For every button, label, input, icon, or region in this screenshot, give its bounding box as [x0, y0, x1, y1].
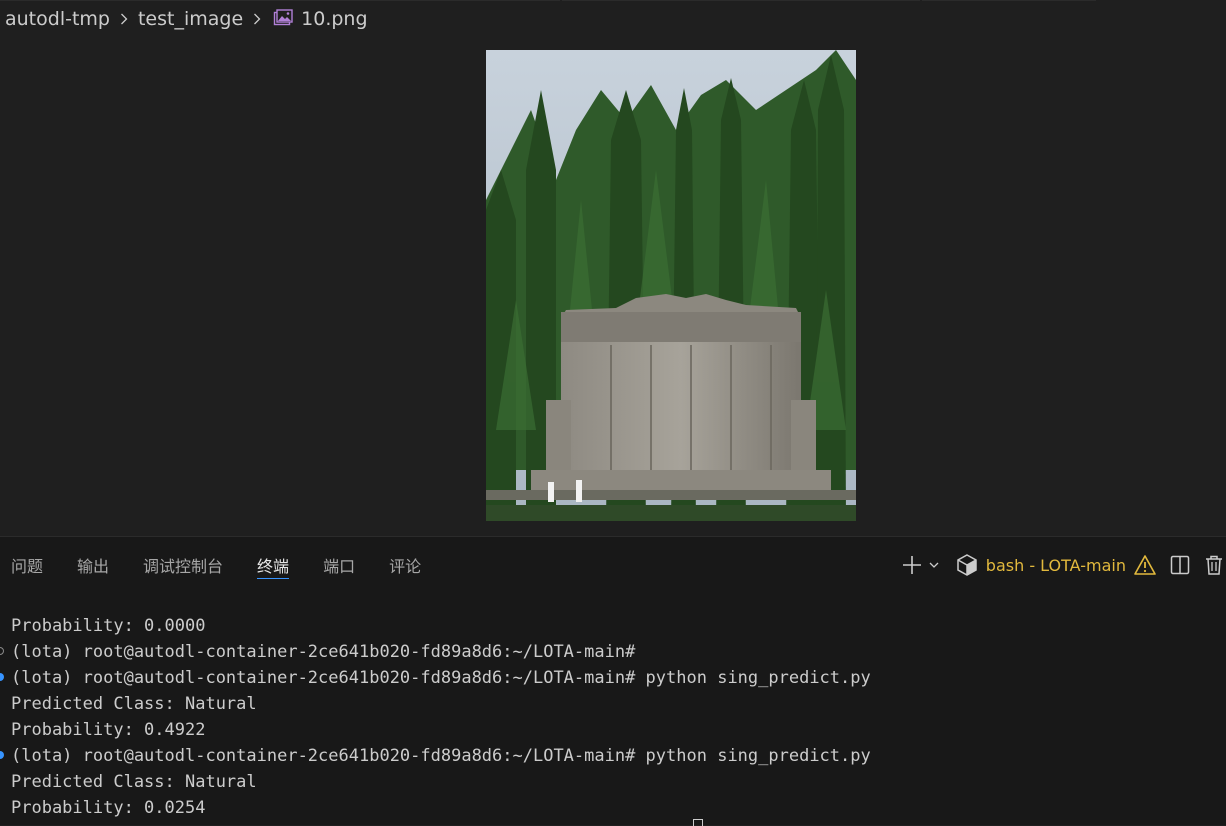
panel-tabs: 问题 输出 调试控制台 终端 端口 评论 [0, 537, 455, 593]
image-preview [0, 38, 1226, 536]
command-success-decoration[interactable] [0, 751, 4, 759]
tab-output[interactable]: 输出 [77, 537, 109, 593]
tab-debug-console[interactable]: 调试控制台 [143, 537, 223, 593]
terminal-line-text: (lota) root@autodl-container-2ce641b020-… [11, 668, 871, 688]
chevron-right-icon [249, 11, 265, 27]
tab-terminal[interactable]: 终端 [257, 537, 290, 593]
chevron-right-icon [116, 11, 132, 27]
new-terminal-button[interactable] [900, 553, 924, 577]
terminal-line-text: Probability: 0.0000 [11, 616, 206, 636]
terminal-line: Predicted Class: Natural [0, 769, 1226, 795]
terminal-line: Probability: 0.0254 [0, 795, 1226, 821]
breadcrumb: autodl-tmp test_image 10.png [0, 0, 1226, 38]
terminal-line: Probability: 0.4922 [0, 717, 1226, 743]
terminal-line-text: (lota) root@autodl-container-2ce641b020-… [11, 642, 636, 662]
kill-terminal-button[interactable] [1202, 553, 1226, 577]
terminal-line: (lota) root@autodl-container-2ce641b020-… [0, 743, 1226, 769]
bottom-panel: 问题 输出 调试控制台 终端 端口 评论 bash - LOTA-main Pr… [0, 536, 1226, 826]
terminal-profiles-dropdown[interactable] [924, 553, 944, 577]
terminal-selector[interactable]: bash - LOTA-main [956, 553, 1126, 577]
tab-comments[interactable]: 评论 [389, 537, 421, 593]
cube-icon [957, 554, 977, 576]
terminal-line-text: Predicted Class: Natural [11, 772, 257, 792]
terminal-name: bash - LOTA-main [985, 555, 1126, 575]
preview-image [486, 50, 856, 521]
split-icon [1170, 555, 1190, 575]
breadcrumb-item-test-image[interactable]: test_image [138, 8, 243, 30]
image-file-icon [273, 9, 293, 29]
breadcrumb-item-file[interactable]: 10.png [301, 8, 367, 30]
panel-actions: bash - LOTA-main [900, 537, 1226, 593]
plus-icon [902, 556, 921, 574]
terminal-line-text: Predicted Class: Natural [11, 694, 257, 714]
terminal-line-text: (lota) root@autodl-container-2ce641b020-… [11, 746, 871, 766]
chevron-down-icon [929, 562, 939, 568]
breadcrumb-item-autodl-tmp[interactable]: autodl-tmp [5, 8, 110, 30]
tab-ports[interactable]: 端口 [323, 537, 355, 593]
terminal-line: Predicted Class: Natural [0, 691, 1226, 717]
terminal-line-text: Probability: 0.0254 [11, 798, 206, 818]
trash-icon [1206, 555, 1222, 575]
terminal-line: (lota) root@autodl-container-2ce641b020-… [0, 665, 1226, 691]
terminal-line: Probability: 0.0000 [0, 613, 1226, 639]
warning-icon[interactable] [1132, 553, 1158, 577]
command-success-decoration[interactable] [0, 673, 4, 681]
split-terminal-button[interactable] [1168, 553, 1192, 577]
terminal-output[interactable]: Probability: 0.0000 (lota) root@autodl-co… [0, 613, 1226, 821]
terminal-line-text: Probability: 0.4922 [11, 720, 206, 740]
terminal-line: (lota) root@autodl-container-2ce641b020-… [0, 639, 1226, 665]
tab-problems[interactable]: 问题 [11, 537, 43, 593]
command-decoration[interactable] [0, 647, 4, 655]
